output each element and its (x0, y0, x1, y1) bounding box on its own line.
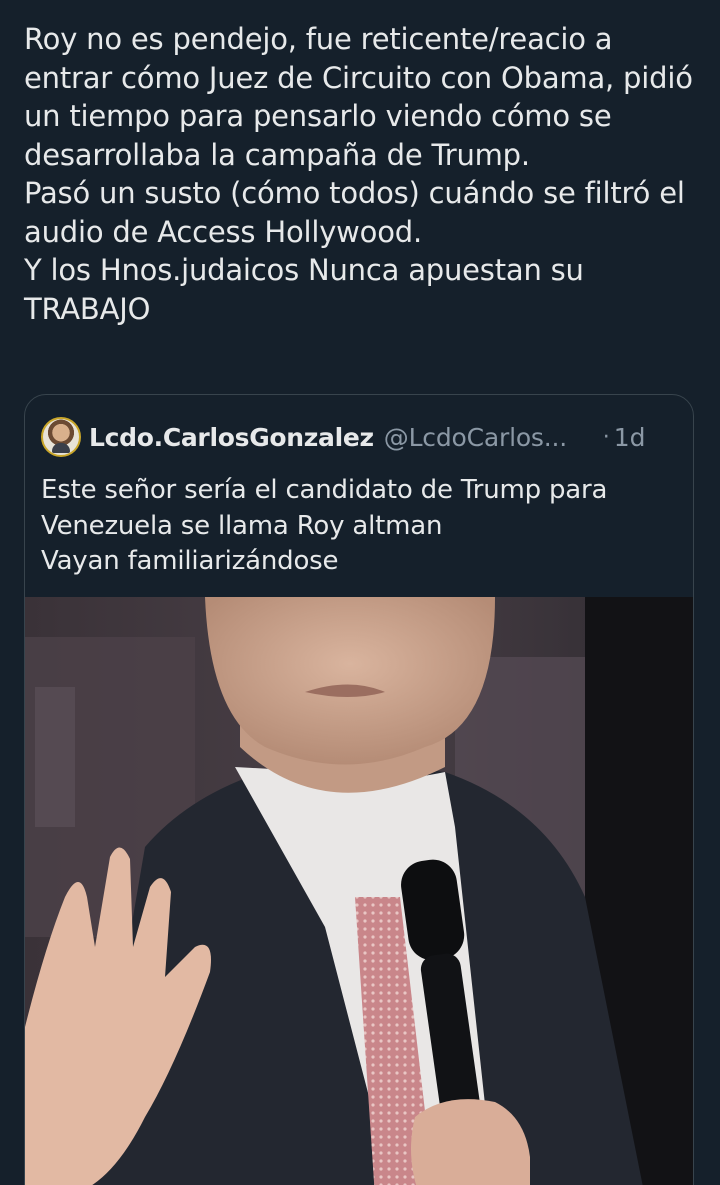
quoted-tweet-header: Lcdo.CarlosGonzalez @LcdoCarlos... · 1d (41, 417, 681, 457)
quoted-tweet-text: Este señor sería el candidato de Trump p… (41, 475, 608, 576)
quoted-handle[interactable]: @LcdoCarlos... (384, 423, 589, 452)
avatar[interactable] (41, 417, 81, 457)
quoted-display-name[interactable]: Lcdo.CarlosGonzalez (89, 423, 374, 452)
tweet-text: Roy no es pendejo, fue reticente/reacio … (24, 22, 693, 326)
separator-dot: · (602, 424, 610, 450)
quoted-tweet-media[interactable] (25, 597, 693, 1185)
quoted-tweet-card[interactable]: Lcdo.CarlosGonzalez @LcdoCarlos... · 1d … (24, 394, 694, 1185)
quoted-timestamp[interactable]: 1d (614, 423, 646, 452)
video-thumbnail (25, 597, 693, 1185)
